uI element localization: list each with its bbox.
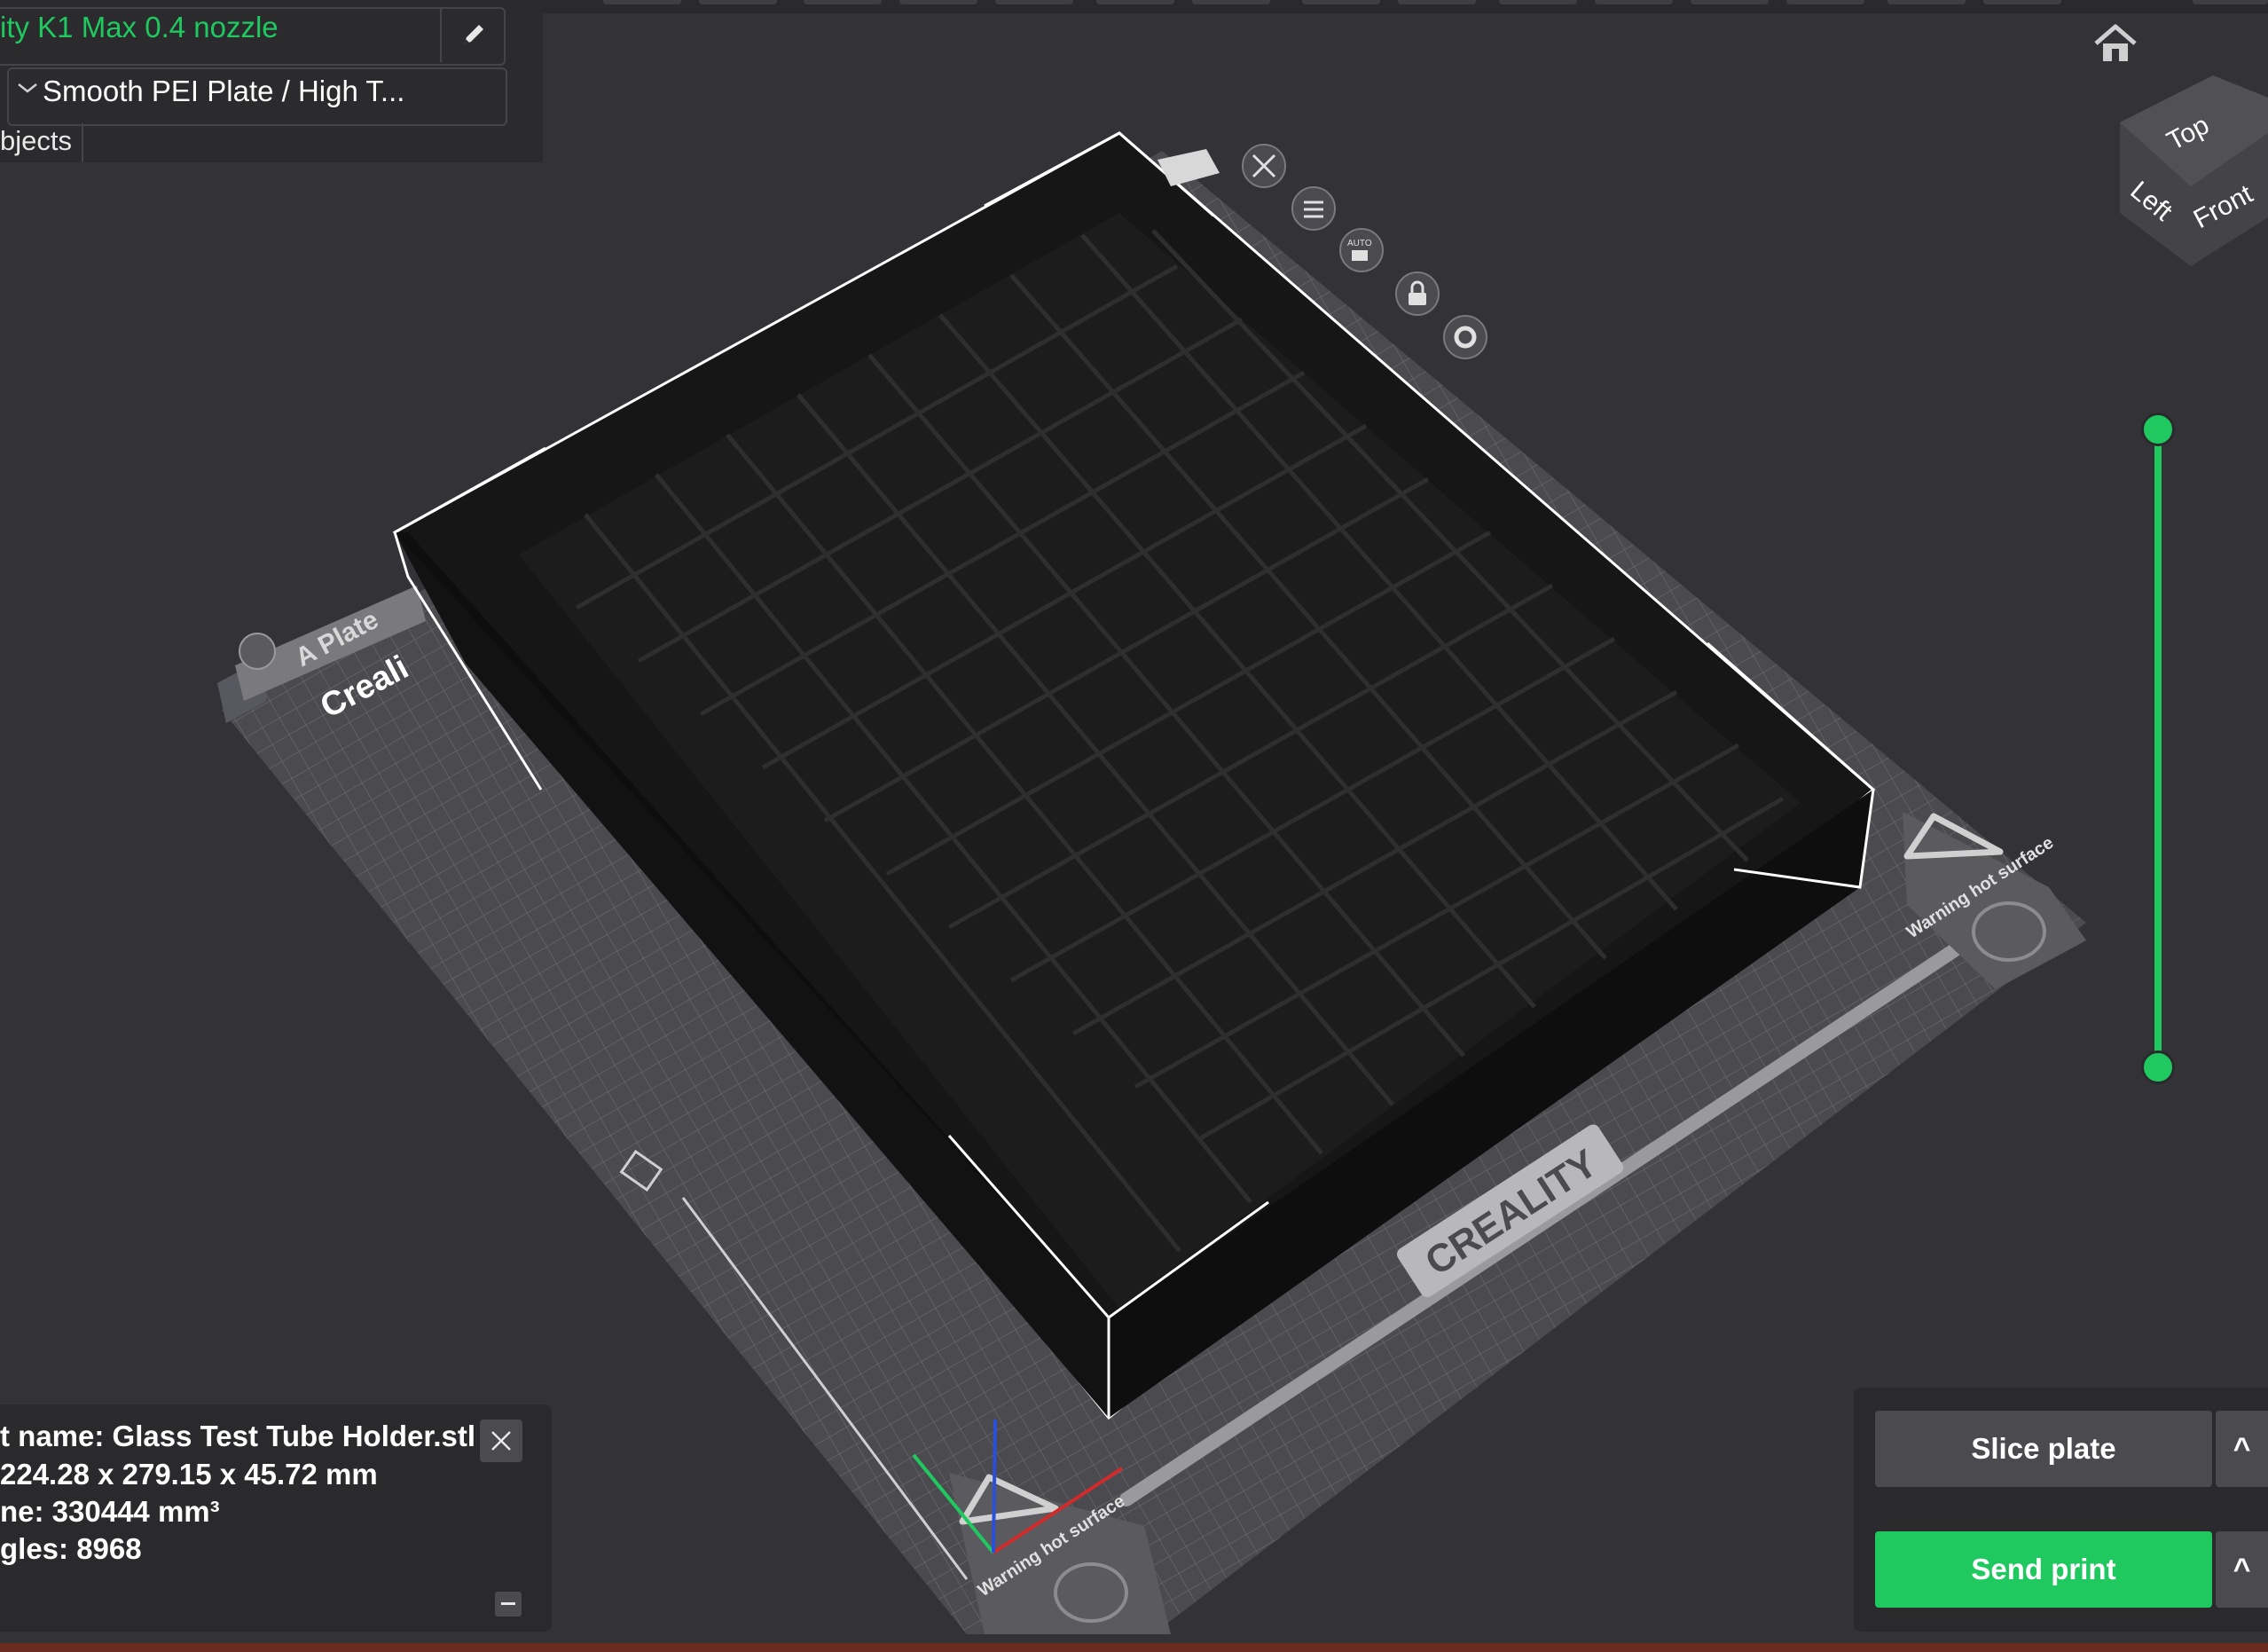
- pencil-icon: [464, 25, 483, 44]
- edit-plate-name-icon[interactable]: [239, 633, 276, 670]
- object-triangles-line: gles: 8968: [0, 1532, 142, 1565]
- divider: [0, 67, 4, 122]
- layer-slider-track[interactable]: [2154, 429, 2162, 1068]
- slice-plate-button[interactable]: Slice plate: [1875, 1411, 2212, 1487]
- object-volume-line: ne: 330444 mm³: [0, 1495, 220, 1528]
- left-settings-panel: ity K1 Max 0.4 nozzle Smooth PEI Plate /…: [0, 0, 543, 162]
- printer-name: ity K1 Max 0.4 nozzle: [0, 11, 279, 43]
- layer-slider-top-handle[interactable]: [2141, 413, 2175, 446]
- edit-printer-button[interactable]: [440, 7, 506, 62]
- send-print-button[interactable]: Send print: [1875, 1531, 2212, 1608]
- chevron-down-icon: [18, 83, 37, 93]
- lock-icon[interactable]: [1395, 271, 1440, 316]
- plate-type-value: Smooth PEI Plate / High T...: [43, 75, 405, 107]
- object-size-line: 224.28 x 279.15 x 45.72 mm: [0, 1458, 378, 1491]
- tab-objects[interactable]: bjects: [0, 123, 83, 162]
- svg-text:AUTO: AUTO: [1347, 239, 1372, 248]
- minimize-info-button[interactable]: [495, 1592, 522, 1617]
- close-icon: [491, 1431, 511, 1451]
- arrange-icon[interactable]: [1291, 186, 1336, 231]
- send-options-caret[interactable]: ^: [2216, 1531, 2268, 1608]
- bottom-status-strip: [0, 1643, 2268, 1652]
- minus-icon: [501, 1602, 515, 1605]
- layer-slider-bottom-handle[interactable]: [2141, 1050, 2175, 1084]
- auto-orient-icon[interactable]: AUTO: [1339, 228, 1384, 272]
- home-view-button[interactable]: [2089, 20, 2142, 67]
- object-name-line: t name: Glass Test Tube Holder.stl: [0, 1420, 476, 1452]
- plate-settings-gear-icon[interactable]: [1443, 315, 1487, 359]
- close-info-button[interactable]: [480, 1420, 522, 1462]
- view-cube[interactable]: Top Left Front: [2120, 75, 2268, 266]
- home-icon: [2094, 24, 2137, 61]
- close-plate-icon[interactable]: [1242, 144, 1286, 188]
- slice-options-caret[interactable]: ^: [2216, 1411, 2268, 1487]
